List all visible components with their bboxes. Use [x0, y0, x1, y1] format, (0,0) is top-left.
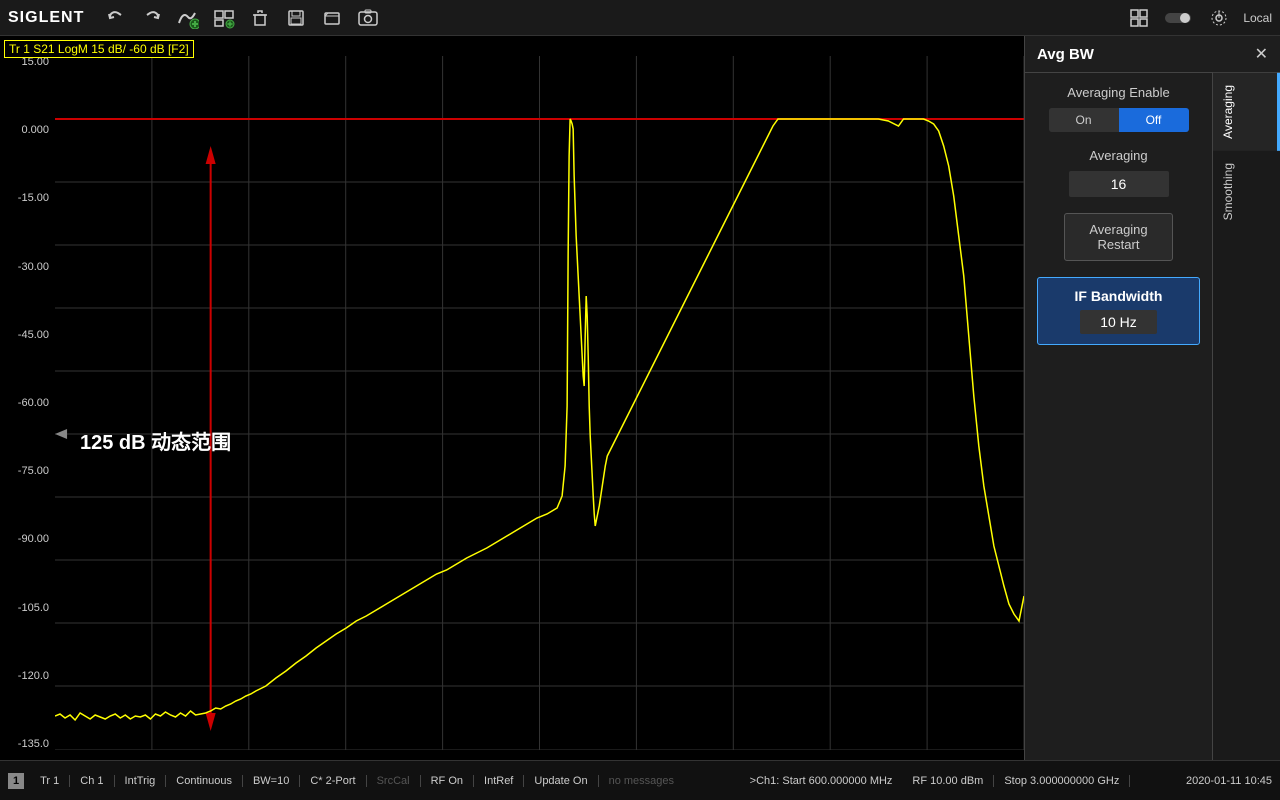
status-bar: 1 Tr 1 Ch 1 IntTrig Continuous BW=10 C* … — [0, 760, 1280, 800]
toolbar: SIGLENT — [0, 0, 1280, 36]
panel-close-button[interactable]: ✕ — [1255, 44, 1268, 64]
status-rf-on: RF On — [421, 775, 474, 787]
status-freq-info: >Ch1: Start 600.000000 MHz — [740, 775, 903, 787]
dynamic-range-annotation: 125 dB 动态范围 — [80, 426, 231, 455]
load-button[interactable] — [316, 4, 348, 32]
toolbar-right: Local — [1123, 4, 1272, 32]
y-label-10: -135.0 — [2, 738, 53, 750]
y-label-2: -15.00 — [2, 192, 53, 204]
panel-title: Avg BW — [1037, 46, 1094, 63]
add-trace-button[interactable] — [172, 4, 204, 32]
averaging-enable-toggle: On Off — [1049, 108, 1189, 132]
averaging-value[interactable]: 16 — [1069, 171, 1169, 197]
if-bandwidth-value: 10 Hz — [1080, 310, 1157, 334]
status-int-trig: IntTrig — [115, 775, 167, 787]
right-panel: Avg BW ✕ Averaging Enable On Off Averagi… — [1024, 36, 1280, 760]
status-src-cal: SrcCal — [367, 775, 421, 787]
y-label-4: -45.00 — [2, 329, 53, 341]
status-continuous: Continuous — [166, 775, 243, 787]
status-messages: no messages — [599, 775, 684, 787]
y-label-9: -120.0 — [2, 670, 53, 682]
y-label-3: -30.00 — [2, 261, 53, 273]
tab-averaging[interactable]: Averaging — [1213, 73, 1280, 151]
averaging-off-button[interactable]: Off — [1119, 108, 1189, 132]
averaging-restart-button[interactable]: AveragingRestart — [1064, 213, 1172, 261]
y-label-5: -60.00 — [2, 397, 53, 409]
network-button[interactable] — [1203, 4, 1235, 32]
grid-layout-button[interactable] — [1123, 4, 1155, 32]
toggle-button[interactable] — [1163, 4, 1195, 32]
if-bandwidth-box[interactable]: IF Bandwidth 10 Hz — [1037, 277, 1200, 345]
averaging-section: Averaging 16 — [1037, 148, 1200, 197]
add-window-button[interactable] — [208, 4, 240, 32]
if-bandwidth-section: IF Bandwidth 10 Hz — [1037, 277, 1200, 345]
status-datetime: 2020-01-11 10:45 — [1186, 775, 1272, 787]
y-label-6: -75.00 — [2, 465, 53, 477]
if-bandwidth-label: IF Bandwidth — [1048, 288, 1189, 304]
undo-button[interactable] — [100, 4, 132, 32]
y-label-8: -105.0 — [2, 602, 53, 614]
averaging-on-button[interactable]: On — [1049, 108, 1119, 132]
status-int-ref: IntRef — [474, 775, 524, 787]
channel-number: 1 — [8, 773, 24, 789]
siglent-logo: SIGLENT — [8, 9, 84, 27]
trace-label: Tr 1 S21 LogM 15 dB/ -60 dB [F2] — [4, 40, 194, 58]
redo-button[interactable] — [136, 4, 168, 32]
chart-area: Tr 1 S21 LogM 15 dB/ -60 dB [F2] 15.00 0… — [0, 36, 1024, 760]
chart-canvas — [55, 56, 1024, 750]
status-update-on: Update On — [524, 775, 598, 787]
local-label: Local — [1243, 11, 1272, 25]
status-bw: BW=10 — [243, 775, 300, 787]
panel-header: Avg BW ✕ — [1025, 36, 1280, 73]
status-port: C* 2-Port — [300, 775, 366, 787]
status-ch: Ch 1 — [70, 775, 114, 787]
save-button[interactable] — [280, 4, 312, 32]
averaging-enable-section: Averaging Enable On Off — [1037, 85, 1200, 132]
status-tr: Tr 1 — [30, 775, 70, 787]
main-area: Tr 1 S21 LogM 15 dB/ -60 dB [F2] 15.00 0… — [0, 36, 1280, 760]
status-rf-power: RF 10.00 dBm — [902, 775, 994, 787]
averaging-enable-label: Averaging Enable — [1067, 85, 1169, 100]
screenshot-button[interactable] — [352, 4, 384, 32]
y-label-1: 0.000 — [2, 124, 53, 136]
y-axis: 15.00 0.000 -15.00 -30.00 -45.00 -60.00 … — [0, 56, 55, 750]
tab-smoothing[interactable]: Smoothing — [1213, 151, 1280, 232]
y-label-7: -90.00 — [2, 533, 53, 545]
averaging-restart-label: AveragingRestart — [1089, 222, 1147, 252]
delete-button[interactable] — [244, 4, 276, 32]
averaging-restart-section: AveragingRestart — [1037, 213, 1200, 261]
averaging-label: Averaging — [1089, 148, 1147, 163]
status-stop-freq: Stop 3.000000000 GHz — [994, 775, 1130, 787]
panel-content: Averaging Enable On Off Averaging 16 Ave… — [1025, 73, 1212, 760]
